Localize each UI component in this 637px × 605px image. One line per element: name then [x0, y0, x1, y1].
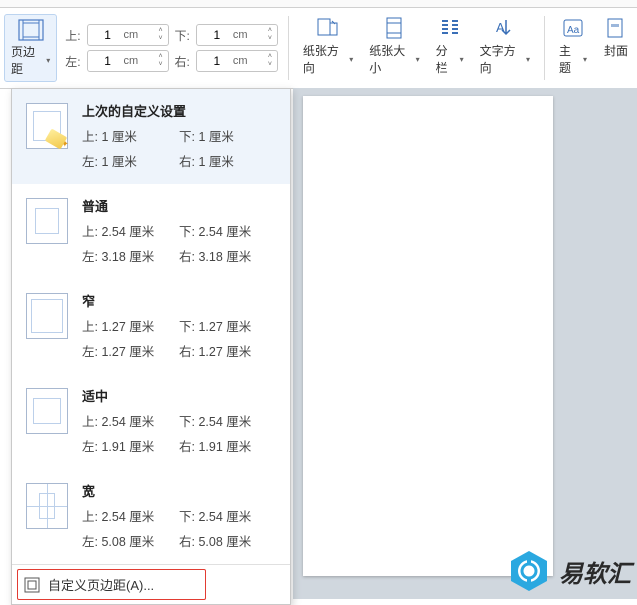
preset-left-value: 左: 1.91 厘米 — [82, 436, 179, 455]
preset-top-value: 上: 1 厘米 — [82, 126, 179, 145]
separator — [288, 16, 289, 80]
margin-preset-normal[interactable]: 普通上: 2.54 厘米下: 2.54 厘米左: 3.18 厘米右: 3.18 … — [12, 184, 290, 279]
margins-button[interactable]: 页边距▾ — [4, 14, 57, 82]
preset-thumb-icon — [26, 293, 68, 339]
right-margin-field[interactable] — [203, 53, 231, 69]
preset-title: 宽 — [82, 481, 276, 500]
custom-margins-label: 自定义页边距(A)... — [48, 575, 154, 594]
preset-left-value: 左: 1.27 厘米 — [82, 341, 179, 360]
custom-margins-item[interactable]: 自定义页边距(A)... — [12, 564, 290, 604]
spin-up[interactable]: ˄ — [156, 27, 166, 35]
margin-preset-wide[interactable]: 宽上: 2.54 厘米下: 2.54 厘米左: 5.08 厘米右: 5.08 厘… — [12, 469, 290, 564]
margins-label: 页边距 — [11, 43, 44, 77]
tab-bar — [0, 0, 637, 8]
spin-down[interactable]: ˅ — [265, 35, 275, 43]
cover-button[interactable]: 封面 — [599, 14, 633, 82]
margins-dropdown: ✦ 上次的自定义设置上: 1 厘米下: 1 厘米左: 1 厘米右: 1 厘米普通上… — [11, 88, 291, 605]
spin-down[interactable]: ˅ — [265, 61, 275, 69]
text-direction-button[interactable]: A 文字方向▾ — [476, 14, 534, 82]
bottom-margin-input[interactable]: cm˄˅ — [196, 24, 278, 46]
preset-top-value: 上: 2.54 厘米 — [82, 506, 179, 525]
preset-right-value: 右: 1 厘米 — [179, 151, 276, 170]
right-margin-label: 右: — [175, 53, 190, 70]
chevron-down-icon: ▾ — [460, 55, 464, 64]
spin-up[interactable]: ˄ — [265, 27, 275, 35]
spin-up[interactable]: ˄ — [265, 53, 275, 61]
top-margin-input[interactable]: cm˄˅ — [87, 24, 169, 46]
watermark-icon — [507, 549, 551, 593]
spin-down[interactable]: ˅ — [156, 35, 166, 43]
preset-left-value: 左: 3.18 厘米 — [82, 246, 179, 265]
ribbon: 页边距▾ 上: cm˄˅ 下: cm˄˅ 左: cm˄˅ 右: cm˄˅ 纸张方… — [0, 8, 637, 89]
preset-thumb-icon: ✦ — [26, 103, 68, 149]
preset-top-value: 上: 2.54 厘米 — [82, 221, 179, 240]
document-page[interactable] — [303, 96, 553, 576]
paper-size-button[interactable]: 纸张大小▾ — [365, 14, 423, 82]
preset-title: 上次的自定义设置 — [82, 101, 276, 120]
preset-left-value: 左: 1 厘米 — [82, 151, 179, 170]
chevron-down-icon: ▾ — [583, 55, 587, 64]
preset-right-value: 右: 1.27 厘米 — [179, 341, 276, 360]
preset-bottom-value: 下: 1.27 厘米 — [179, 316, 276, 335]
top-margin-label: 上: — [65, 27, 80, 44]
chevron-down-icon: ▾ — [526, 55, 530, 64]
margin-preset-custom[interactable]: ✦ 上次的自定义设置上: 1 厘米下: 1 厘米左: 1 厘米右: 1 厘米 — [12, 89, 290, 184]
bottom-margin-label: 下: — [175, 27, 190, 44]
right-margin-input[interactable]: cm˄˅ — [196, 50, 278, 72]
left-margin-input[interactable]: cm˄˅ — [87, 50, 169, 72]
top-margin-field[interactable] — [94, 27, 122, 43]
preset-thumb-icon — [26, 483, 68, 529]
chevron-down-icon: ▾ — [46, 56, 50, 65]
preset-right-value: 右: 5.08 厘米 — [179, 531, 276, 550]
preset-bottom-value: 下: 1 厘米 — [179, 126, 276, 145]
preset-thumb-icon — [26, 388, 68, 434]
preset-top-value: 上: 2.54 厘米 — [82, 411, 179, 430]
document-area — [293, 88, 637, 599]
preset-title: 普通 — [82, 196, 276, 215]
separator — [544, 16, 545, 80]
margin-preset-narrow[interactable]: 窄上: 1.27 厘米下: 1.27 厘米左: 1.27 厘米右: 1.27 厘… — [12, 279, 290, 374]
left-margin-label: 左: — [65, 53, 80, 70]
margin-inputs-group: 上: cm˄˅ 下: cm˄˅ 左: cm˄˅ 右: cm˄˅ — [65, 14, 278, 82]
theme-button[interactable]: Aa 主题▾ — [555, 14, 591, 82]
chevron-down-icon: ▾ — [416, 55, 420, 64]
preset-bottom-value: 下: 2.54 厘米 — [179, 506, 276, 525]
preset-right-value: 右: 1.91 厘米 — [179, 436, 276, 455]
custom-margins-icon — [24, 577, 40, 593]
columns-button[interactable]: 分栏▾ — [432, 14, 468, 82]
preset-thumb-icon — [26, 198, 68, 244]
preset-title: 适中 — [82, 386, 276, 405]
left-margin-field[interactable] — [94, 53, 122, 69]
preset-bottom-value: 下: 2.54 厘米 — [179, 411, 276, 430]
spin-down[interactable]: ˅ — [156, 61, 166, 69]
watermark: 易软汇 — [507, 549, 631, 593]
margin-preset-moderate[interactable]: 适中上: 2.54 厘米下: 2.54 厘米左: 1.91 厘米右: 1.91 … — [12, 374, 290, 469]
spin-up[interactable]: ˄ — [156, 53, 166, 61]
preset-title: 窄 — [82, 291, 276, 310]
preset-bottom-value: 下: 2.54 厘米 — [179, 221, 276, 240]
svg-text:A: A — [496, 20, 505, 35]
preset-left-value: 左: 5.08 厘米 — [82, 531, 179, 550]
preset-top-value: 上: 1.27 厘米 — [82, 316, 179, 335]
chevron-down-icon: ▾ — [349, 55, 353, 64]
orientation-button[interactable]: 纸张方向▾ — [299, 14, 357, 82]
svg-text:Aa: Aa — [567, 25, 580, 36]
bottom-margin-field[interactable] — [203, 27, 231, 43]
preset-right-value: 右: 3.18 厘米 — [179, 246, 276, 265]
